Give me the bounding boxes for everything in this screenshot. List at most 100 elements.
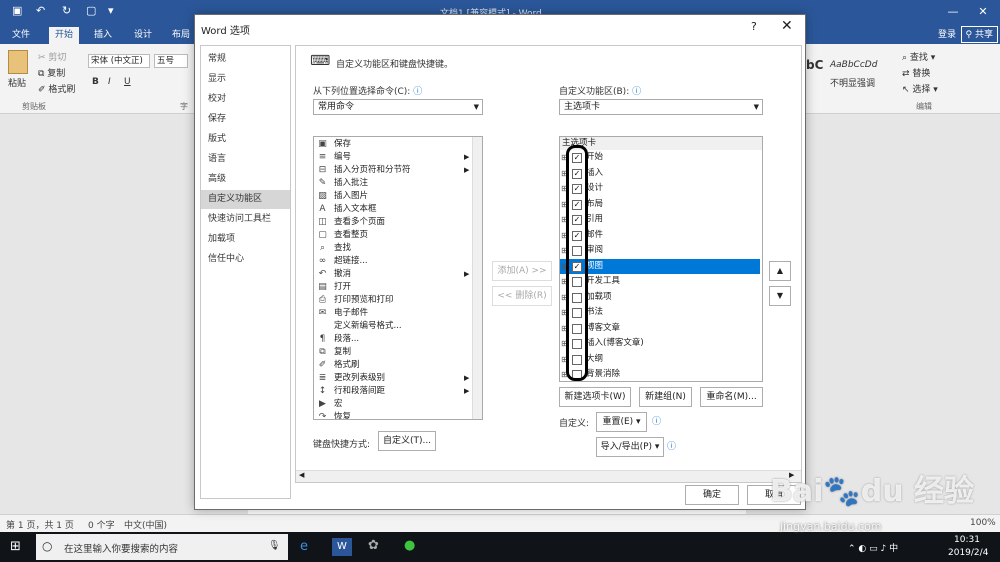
paint-icon[interactable]: ✿ <box>368 538 379 553</box>
clock-time[interactable]: 10:31 <box>954 535 980 545</box>
signin-link[interactable]: 登录 <box>938 27 956 44</box>
microphone-icon[interactable]: 🎙 <box>268 540 280 551</box>
ribbon-tab-item[interactable]: ⊞ 加载项 <box>560 290 760 306</box>
command-item[interactable]: 定义新编号格式... <box>314 320 474 333</box>
style-preview-1[interactable]: bC <box>806 58 823 72</box>
tray-icons[interactable]: ⌃ ◐ ▭ ♪ 中 <box>848 541 898 554</box>
nav-item[interactable]: 校对 <box>201 90 290 109</box>
command-item[interactable]: ▢ 查看整页 <box>314 229 474 242</box>
tab-insert[interactable]: 插入 <box>88 27 118 44</box>
ribbon-tab-item[interactable]: ⊞ 博客文章 <box>560 321 760 337</box>
paste-icon[interactable] <box>8 50 28 74</box>
scroll-left-icon[interactable]: ◀ <box>299 471 304 479</box>
command-item[interactable]: ↷ 恢复 <box>314 411 474 419</box>
ribbon-tab-item[interactable]: ⊞ ✓ 布局 <box>560 197 760 213</box>
close-icon[interactable]: ✕ <box>781 18 793 34</box>
cut-button[interactable]: ✂ 剪切 <box>38 50 66 63</box>
nav-item[interactable]: 保存 <box>201 110 290 129</box>
command-item[interactable]: ✎ 插入批注 <box>314 177 474 190</box>
command-item[interactable]: ✉ 电子邮件 <box>314 307 474 320</box>
add-button[interactable]: 添加(A) >> <box>492 261 552 281</box>
clock-date[interactable]: 2019/2/4 <box>948 548 988 558</box>
word-icon[interactable]: W <box>332 538 352 556</box>
bold-button[interactable]: B <box>92 77 99 87</box>
command-item[interactable]: ◫ 查看多个页面 <box>314 216 474 229</box>
command-item[interactable]: ▤ 打开 <box>314 281 474 294</box>
nav-item[interactable]: 语言 <box>201 150 290 169</box>
select-button[interactable]: ↖ 选择 ▾ <box>902 82 938 95</box>
new-group-button[interactable]: 新建组(N) <box>639 387 692 407</box>
command-item[interactable]: ▨ 插入图片 <box>314 190 474 203</box>
ribbon-tab-item[interactable]: ⊞ 开发工具 <box>560 274 760 290</box>
redo-icon[interactable]: ↻ <box>62 4 71 17</box>
nav-item[interactable]: 加载项 <box>201 230 290 249</box>
nav-item[interactable]: 自定义功能区 <box>201 190 290 209</box>
ribbon-tab-item[interactable]: ⊞ ✓ 引用 <box>560 212 760 228</box>
save-icon[interactable]: ▣ <box>12 4 22 17</box>
windows-start-icon[interactable]: ⊞ <box>10 539 21 554</box>
tab-layout[interactable]: 布局 <box>166 27 196 44</box>
commands-list[interactable]: ▣ 保存 ≡ 编号 ▶ ⊟ 插入分页符和分节符 ▶ ✎ 插入批注 ▨ 插入图片 A 插入文本框 ◫ 查看多个页… <box>313 136 483 420</box>
nav-item[interactable]: 显示 <box>201 70 290 89</box>
horizontal-scrollbar[interactable]: ◀ ▶ <box>296 470 801 482</box>
move-up-button[interactable]: ▲ <box>769 261 791 281</box>
tab-file[interactable]: 文件 <box>6 27 36 44</box>
move-down-button[interactable]: ▼ <box>769 286 791 306</box>
find-button[interactable]: ⌕ 查找 ▾ <box>902 50 935 63</box>
zoom-level[interactable]: 100% <box>970 518 996 528</box>
ribbon-tab-item[interactable]: ⊞ ✓ 插入 <box>560 166 760 182</box>
ribbon-tab-item[interactable]: ⊞ ✓ 开始 <box>560 150 760 166</box>
ok-button[interactable]: 确定 <box>685 485 739 505</box>
app-icon[interactable]: ● <box>404 538 415 553</box>
command-item[interactable]: ⊟ 插入分页符和分节符 ▶ <box>314 164 474 177</box>
language[interactable]: 中文(中国) <box>124 518 167 531</box>
ribbon-tab-item[interactable]: ⊞ 插入(博客文章) <box>560 336 760 352</box>
rename-button[interactable]: 重命名(M)... <box>700 387 763 407</box>
paste-label[interactable]: 粘贴 <box>8 76 26 89</box>
command-item[interactable]: ¶ 段落... <box>314 333 474 346</box>
command-item[interactable]: ≣ 更改列表级别 ▶ <box>314 372 474 385</box>
nav-item[interactable]: 高级 <box>201 170 290 189</box>
ribbon-tabs-tree[interactable]: 主选项卡 ⊞ ✓ 开始 ⊞ ✓ 插入 ⊞ ✓ 设计 ⊞ ✓ 布局 ⊞ ✓ 引用 ⊞ ✓ 邮件 ⊞ 审阅 ⊞ ✓ 视图 ⊞ 开发工… <box>559 136 763 382</box>
command-item[interactable]: ⎙ 打印预览和打印 <box>314 294 474 307</box>
ribbon-tab-item[interactable]: ⊞ ✓ 设计 <box>560 181 760 197</box>
keyboard-customize-button[interactable]: 自定义(T)... <box>378 431 436 451</box>
edge-icon[interactable]: e <box>300 539 308 554</box>
customize-ribbon-dropdown[interactable]: 主选项卡 ▼ <box>559 99 763 115</box>
command-item[interactable]: ↶ 撤消 ▶ <box>314 268 474 281</box>
italic-button[interactable]: I <box>108 77 111 87</box>
tab-home[interactable]: 开始 <box>49 27 80 44</box>
ribbon-tab-item[interactable]: ⊞ 大纲 <box>560 352 760 368</box>
ribbon-tab-item[interactable]: ⊞ ✓ 视图 <box>560 258 760 274</box>
word-count[interactable]: 0 个字 <box>88 518 115 531</box>
new-tab-button[interactable]: 新建选项卡(W) <box>559 387 631 407</box>
ribbon-tab-item[interactable]: ⊞ 背景消除 <box>560 367 760 381</box>
command-item[interactable]: ▶ 宏 <box>314 398 474 411</box>
nav-item[interactable]: 快速访问工具栏 <box>201 210 290 229</box>
command-item[interactable]: ∞ 超链接... <box>314 255 474 268</box>
font-size-combo[interactable]: 五号 <box>154 54 188 68</box>
copy-button[interactable]: ⧉ 复制 <box>38 66 65 79</box>
remove-button[interactable]: << 删除(R) <box>492 286 552 306</box>
command-item[interactable]: ↕ 行和段落间距 ▶ <box>314 385 474 398</box>
minimize-icon[interactable]: — <box>938 2 968 22</box>
command-item[interactable]: ≡ 编号 ▶ <box>314 151 474 164</box>
reset-button[interactable]: 重置(E) ▾ <box>596 412 647 432</box>
ribbon-tab-item[interactable]: ⊞ 书法 <box>560 305 760 321</box>
ribbon-tab-item[interactable]: ⊞ ✓ 邮件 <box>560 228 760 244</box>
help-icon[interactable]: ? <box>751 20 757 33</box>
replace-button[interactable]: ⇄ 替换 <box>902 66 930 79</box>
style-subtle-emphasis[interactable]: 不明显强调 <box>830 76 875 89</box>
underline-button[interactable]: U <box>124 77 131 87</box>
font-name-combo[interactable]: 宋体 (中文正) <box>88 54 150 68</box>
share-button[interactable]: ⚲ 共享 <box>960 26 998 43</box>
close-window-icon[interactable]: ✕ <box>968 2 998 22</box>
format-painter-button[interactable]: ✐ 格式刷 <box>38 82 75 95</box>
style-preview-2[interactable]: AaBbCcDd <box>830 60 877 70</box>
customize-qat-icon[interactable]: ▾ <box>108 4 114 17</box>
command-item[interactable]: ✐ 格式刷 <box>314 359 474 372</box>
import-export-button[interactable]: 导入/导出(P) ▾ <box>596 437 664 457</box>
command-item[interactable]: ▣ 保存 <box>314 138 474 151</box>
nav-item[interactable]: 版式 <box>201 130 290 149</box>
command-item[interactable]: A 插入文本框 <box>314 203 474 216</box>
